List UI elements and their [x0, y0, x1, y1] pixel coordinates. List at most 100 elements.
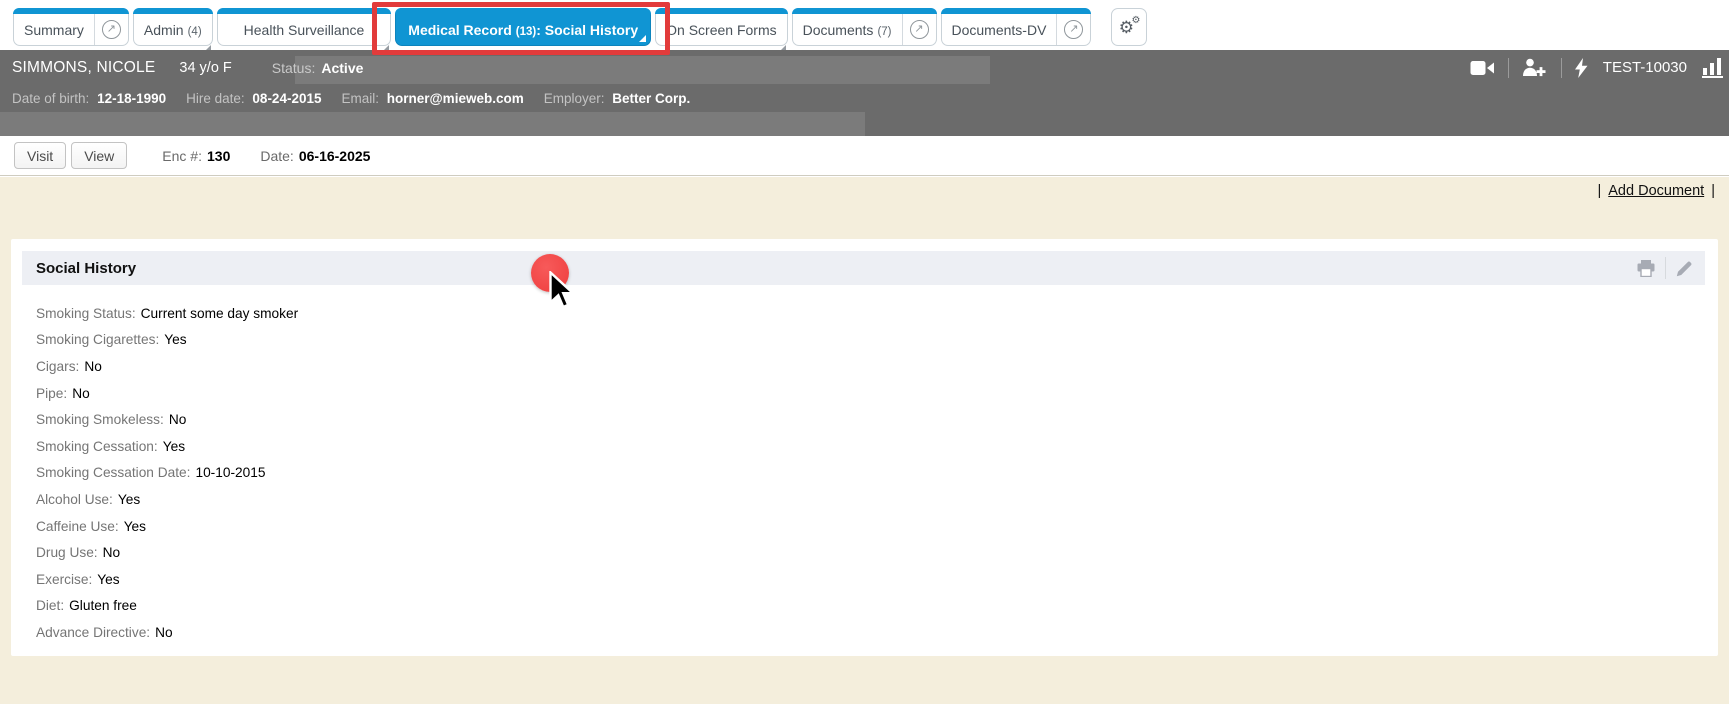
external-link-icon: ↗ — [1064, 20, 1084, 39]
tab-medical-record-active[interactable]: Medical Record (13) : Social History — [372, 2, 671, 55]
tab-medical-record-suffix: : Social History — [536, 21, 639, 38]
field-value: Gluten free — [69, 598, 137, 614]
status-value: Active — [321, 59, 364, 76]
field-row: Pipe: No — [36, 380, 1718, 407]
patient-name: SIMMONS, NICOLE — [12, 58, 156, 76]
tab-documents[interactable]: Documents (7) ↗ — [791, 8, 937, 46]
email-label: Email: — [341, 91, 379, 106]
field-row: Exercise: Yes — [36, 566, 1718, 593]
tab-documents-popout-button[interactable]: ↗ — [901, 9, 936, 45]
field-row: Smoking Cessation Date: 10-10-2015 — [36, 460, 1718, 487]
field-label: Exercise: — [36, 571, 93, 587]
field-value: Current some day smoker — [140, 305, 299, 321]
tab-medical-record-count: (13) — [515, 25, 537, 38]
divider — [1560, 57, 1562, 78]
tab-admin[interactable]: Admin (4) — [132, 8, 213, 51]
patient-header: SIMMONS, NICOLE 34 y/o F Status: Active — [0, 50, 1729, 136]
field-value: No — [168, 412, 187, 428]
tab-dropdown-fold-icon[interactable] — [639, 35, 647, 42]
hire-date-label: Hire date: — [186, 91, 245, 106]
app-window: Summary ↗ Admin (4) Health Surveillance … — [0, 0, 1729, 704]
enc-date-label: Date: — [260, 147, 294, 164]
pipe-separator: | — [1597, 183, 1602, 199]
bar-chart-icon[interactable] — [1702, 57, 1723, 78]
dob-label: Date of birth: — [12, 91, 90, 106]
tab-settings-button[interactable]: ⚙ ⚙ — [1111, 8, 1148, 46]
enc-date-value: 06-16-2025 — [298, 147, 371, 164]
document-actions: | Add Document | — [1597, 183, 1715, 199]
tab-health-surveillance[interactable]: Health Surveillance — [216, 8, 392, 51]
hire-date-value: 08-24-2015 — [252, 91, 322, 106]
divider — [1507, 57, 1509, 78]
add-document-link[interactable]: Add Document — [1608, 183, 1704, 199]
visit-button[interactable]: Visit — [14, 142, 67, 169]
field-row: Alcohol Use: Yes — [36, 486, 1718, 513]
lightning-icon[interactable] — [1574, 57, 1588, 78]
tab-documents-count: (7) — [877, 25, 892, 38]
content-area: | Add Document | Social History Smoking … — [0, 177, 1729, 704]
field-label: Smoking Smokeless: — [36, 412, 164, 428]
field-row: Smoking Smokeless: No — [36, 406, 1718, 433]
field-label: Alcohol Use: — [36, 491, 113, 507]
patient-header-toolbar: TEST-10030 — [1470, 50, 1723, 85]
field-value: 10-10-2015 — [195, 465, 266, 481]
tab-documents-dv[interactable]: Documents-DV ↗ — [940, 8, 1092, 46]
field-value: Yes — [117, 491, 141, 507]
tab-documents-dv-label: Documents-DV — [951, 21, 1047, 38]
field-value: Yes — [164, 332, 187, 348]
edit-pencil-icon[interactable] — [1676, 260, 1693, 277]
field-value: No — [102, 545, 121, 561]
field-label: Drug Use: — [36, 545, 98, 561]
field-label: Smoking Cessation Date: — [36, 465, 191, 481]
chart-tab-bar: Summary ↗ Admin (4) Health Surveillance … — [0, 0, 1729, 55]
header-field-box — [0, 112, 865, 136]
video-camera-icon[interactable] — [1470, 60, 1495, 76]
field-label: Smoking Cessation: — [36, 438, 158, 454]
employer-label: Employer: — [543, 91, 605, 106]
field-label: Pipe: — [36, 385, 68, 401]
field-label: Smoking Status: — [36, 305, 136, 321]
field-value: Yes — [123, 518, 147, 534]
field-label: Smoking Cigarettes: — [36, 332, 160, 348]
panel-title: Social History — [36, 259, 137, 277]
field-value: No — [155, 624, 173, 640]
encounter-bar: Visit View Enc #: 130 Date: 06-16-2025 — [0, 136, 1729, 176]
field-label: Diet: — [36, 598, 65, 614]
tab-summary-popout-button[interactable]: ↗ — [93, 9, 128, 45]
field-row: Diet: Gluten free — [36, 593, 1718, 620]
enc-number-value: 130 — [207, 147, 231, 164]
field-label: Advance Directive: — [36, 624, 151, 640]
pipe-separator: | — [1711, 183, 1715, 199]
tab-documents-label: Documents — [802, 21, 874, 38]
tab-medical-record-label: Medical Record — [408, 21, 512, 38]
tab-on-screen-forms-label: On Screen Forms — [666, 21, 777, 38]
field-row: Cigars: No — [36, 353, 1718, 380]
field-row: Smoking Status: Current some day smoker — [36, 300, 1718, 327]
field-label: Cigars: — [36, 358, 80, 374]
social-history-panel: Social History Smoking Status: Current s… — [11, 239, 1718, 656]
tab-summary[interactable]: Summary ↗ — [13, 8, 129, 46]
external-link-icon: ↗ — [909, 20, 929, 39]
tab-summary-label: Summary — [24, 21, 84, 38]
add-user-icon[interactable] — [1522, 58, 1548, 77]
tab-admin-label: Admin — [143, 21, 184, 38]
tab-on-screen-forms[interactable]: On Screen Forms — [655, 8, 789, 51]
dob-value: 12-18-1990 — [97, 91, 167, 106]
social-history-fields: Smoking Status: Current some day smoker … — [36, 300, 1718, 646]
field-value: No — [72, 385, 90, 401]
patient-demographics-row: Date of birth: 12-18-1990 Hire date: 08-… — [0, 85, 1729, 112]
external-link-icon: ↗ — [101, 20, 121, 39]
status-label: Status: — [271, 59, 316, 76]
employer-value: Better Corp. — [612, 91, 691, 106]
field-value: No — [84, 358, 102, 374]
view-button[interactable]: View — [71, 142, 128, 169]
email-value: horner@mieweb.com — [386, 91, 524, 106]
print-icon[interactable] — [1637, 259, 1655, 277]
field-value: Yes — [97, 571, 120, 587]
social-history-panel-header: Social History — [22, 251, 1705, 285]
patient-age-sex: 34 y/o F — [179, 59, 232, 76]
tab-admin-count: (4) — [187, 25, 202, 38]
divider — [1665, 257, 1666, 279]
tab-documents-dv-popout-button[interactable]: ↗ — [1056, 9, 1090, 45]
field-row: Drug Use: No — [36, 539, 1718, 566]
